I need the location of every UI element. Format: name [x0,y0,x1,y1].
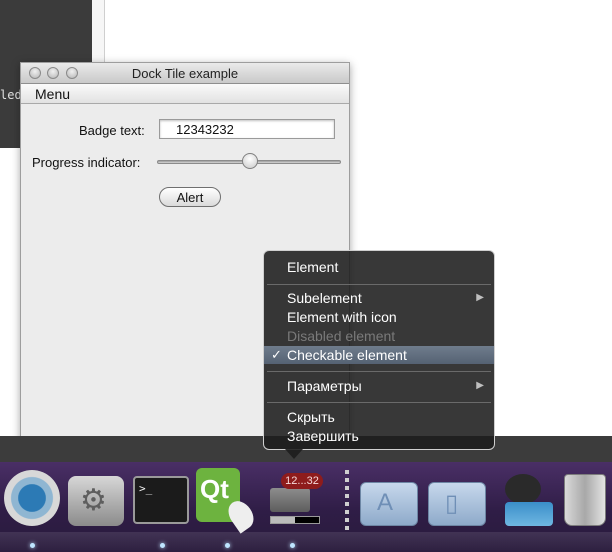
running-indicator [225,543,230,548]
dock-progress-bar [270,516,320,524]
qt-logo-text: Qt [200,474,229,504]
terminal-text-fragment: led [0,88,22,102]
menu-item-label: Element [287,259,339,275]
menu-item-label: Скрыть [287,409,335,425]
window-menubar: Menu [21,84,349,104]
menu-item-label: Subelement [287,290,362,306]
running-indicator [160,543,165,548]
dock-progress-fill [271,517,295,523]
dock-separator [345,470,349,530]
dock-badge: 12...32 [281,473,323,489]
terminal-icon[interactable]: >_ [133,476,189,524]
documents-folder-icon[interactable]: ▯ [428,482,486,526]
menu-item-disabled-element: Disabled element [264,327,494,345]
menu-item-label: Disabled element [287,328,396,344]
alert-button[interactable]: Alert [159,187,221,207]
submenu-arrow-icon: ▶ [476,292,484,303]
progress-indicator-label: Progress indicator: [32,155,141,170]
menu-separator [267,284,491,285]
window-titlebar[interactable]: Dock Tile example [21,63,349,84]
octocat-laptop [505,502,553,526]
menu-button[interactable]: Menu [35,86,70,102]
menu-item-label: Завершить [287,428,359,444]
menu-item-parameters[interactable]: Параметры ▶ [264,377,494,395]
dock-tile-app-image [270,488,310,512]
menu-item-label: Element with icon [287,309,397,325]
menu-item-checkable-element[interactable]: ✓ Checkable element [264,346,494,364]
trash-icon[interactable] [564,474,606,526]
menu-item-subelement[interactable]: Subelement ▶ [264,289,494,307]
menu-item-label: Checkable element [287,347,407,363]
menu-item-element[interactable]: Element [264,258,494,276]
menu-item-element-with-icon[interactable]: Element with icon [264,308,494,326]
menu-item-label: Параметры [287,378,362,394]
context-menu-pointer [285,449,303,459]
menu-item-hide[interactable]: Скрыть [264,408,494,426]
document-page-icon: ▯ [445,490,459,517]
dock-context-menu: Element Subelement ▶ Element with icon D… [263,250,495,450]
badge-text-label: Badge text: [79,123,145,138]
menu-separator [267,371,491,372]
running-indicator [290,543,295,548]
time-machine-icon[interactable] [4,470,60,526]
submenu-arrow-icon: ▶ [476,380,484,391]
applications-folder-icon[interactable]: A [360,482,418,526]
running-indicator [30,543,35,548]
terminal-prompt: >_ [139,482,153,495]
dock-floor [0,532,612,552]
window-title: Dock Tile example [131,66,239,81]
menu-item-quit[interactable]: Завершить [264,427,494,445]
gear-icon: ⚙ [80,484,107,517]
system-preferences-icon[interactable]: ⚙ [68,476,124,526]
menu-separator [267,402,491,403]
checkmark-icon: ✓ [271,347,282,362]
octocat-head [505,474,541,504]
app-store-a-icon: A [377,489,394,516]
badge-text-input[interactable]: 12343232 [159,119,335,139]
progress-slider-knob[interactable] [242,153,258,169]
